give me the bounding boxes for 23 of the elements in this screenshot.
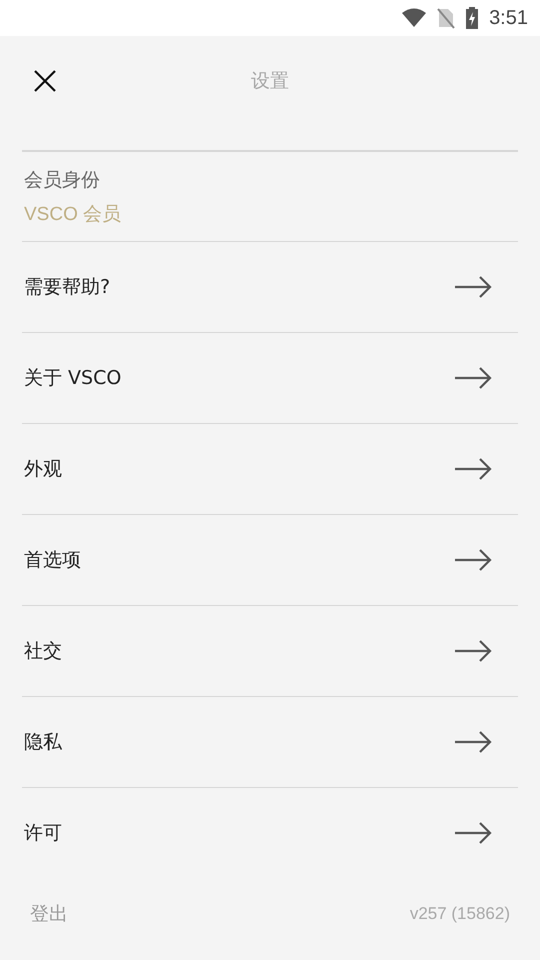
close-icon[interactable]	[34, 70, 56, 92]
settings-item[interactable]: 需要帮助?	[22, 242, 518, 333]
settings-item[interactable]: 社交	[22, 606, 518, 697]
settings-item[interactable]: 外观	[22, 424, 518, 515]
arrow-icon	[454, 822, 492, 844]
page-title: 设置	[251, 69, 289, 94]
arrow-icon	[454, 640, 492, 662]
wifi-icon	[401, 8, 428, 28]
settings-item[interactable]: 隐私	[22, 697, 518, 788]
status-time: 3:51	[489, 6, 528, 30]
arrow-icon	[454, 549, 492, 571]
arrow-icon	[454, 458, 492, 480]
arrow-icon	[454, 367, 492, 389]
arrow-icon	[454, 731, 492, 753]
settings-item[interactable]: 首选项	[22, 515, 518, 606]
settings-item[interactable]: 许可	[22, 788, 518, 878]
version-text: v257 (15862)	[410, 904, 510, 924]
settings-item[interactable]: 关于 VSCO	[22, 333, 518, 424]
battery-icon	[465, 7, 480, 29]
membership-value: VSCO 会员	[24, 202, 122, 226]
arrow-icon	[454, 276, 492, 298]
membership-label: 会员身份	[24, 168, 101, 192]
no-sim-icon	[437, 7, 456, 29]
